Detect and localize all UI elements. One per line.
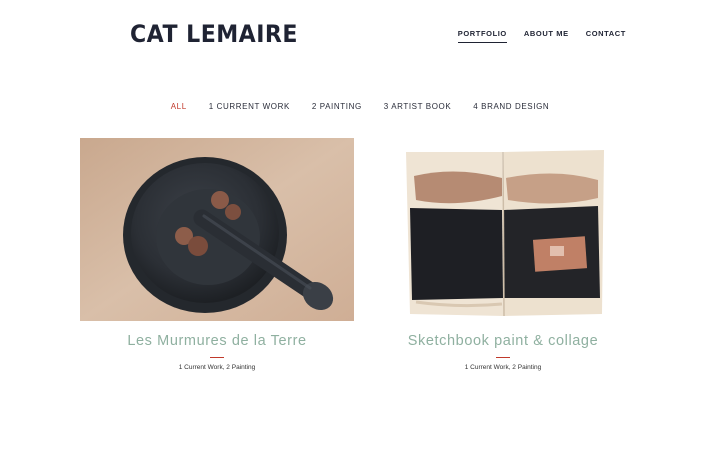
nav-portfolio[interactable]: PORTFOLIO bbox=[457, 29, 507, 43]
title-divider bbox=[210, 357, 224, 358]
filter-artist-book[interactable]: 3 ARTIST BOOK bbox=[384, 102, 452, 111]
portfolio-filters: ALL 1 CURRENT WORK 2 PAINTING 3 ARTIST B… bbox=[0, 102, 720, 111]
project-thumbnail-mortar[interactable] bbox=[80, 138, 354, 321]
project-thumbnail-sketchbook[interactable] bbox=[366, 138, 640, 321]
project-title[interactable]: Sketchbook paint & collage bbox=[366, 333, 640, 349]
main-nav: PORTFOLIO ABOUT ME CONTACT bbox=[457, 29, 626, 43]
filter-all[interactable]: ALL bbox=[171, 102, 187, 111]
site-logo[interactable]: CAT LEMAIRE bbox=[130, 20, 298, 48]
project-title[interactable]: Les Murmures de la Terre bbox=[80, 333, 354, 349]
project-card[interactable]: Sketchbook paint & collage 1 Current Wor… bbox=[366, 138, 640, 371]
filter-current-work[interactable]: 1 CURRENT WORK bbox=[209, 102, 290, 111]
project-categories: 1 Current Work, 2 Painting bbox=[178, 364, 256, 371]
nav-contact[interactable]: CONTACT bbox=[586, 29, 626, 43]
project-categories: 1 Current Work, 2 Painting bbox=[464, 364, 542, 371]
filter-painting[interactable]: 2 PAINTING bbox=[312, 102, 362, 111]
title-divider bbox=[496, 357, 510, 358]
filter-brand-design[interactable]: 4 BRAND DESIGN bbox=[473, 102, 549, 111]
nav-about-me[interactable]: ABOUT ME bbox=[524, 29, 569, 43]
project-card[interactable]: Les Murmures de la Terre 1 Current Work,… bbox=[80, 138, 354, 371]
